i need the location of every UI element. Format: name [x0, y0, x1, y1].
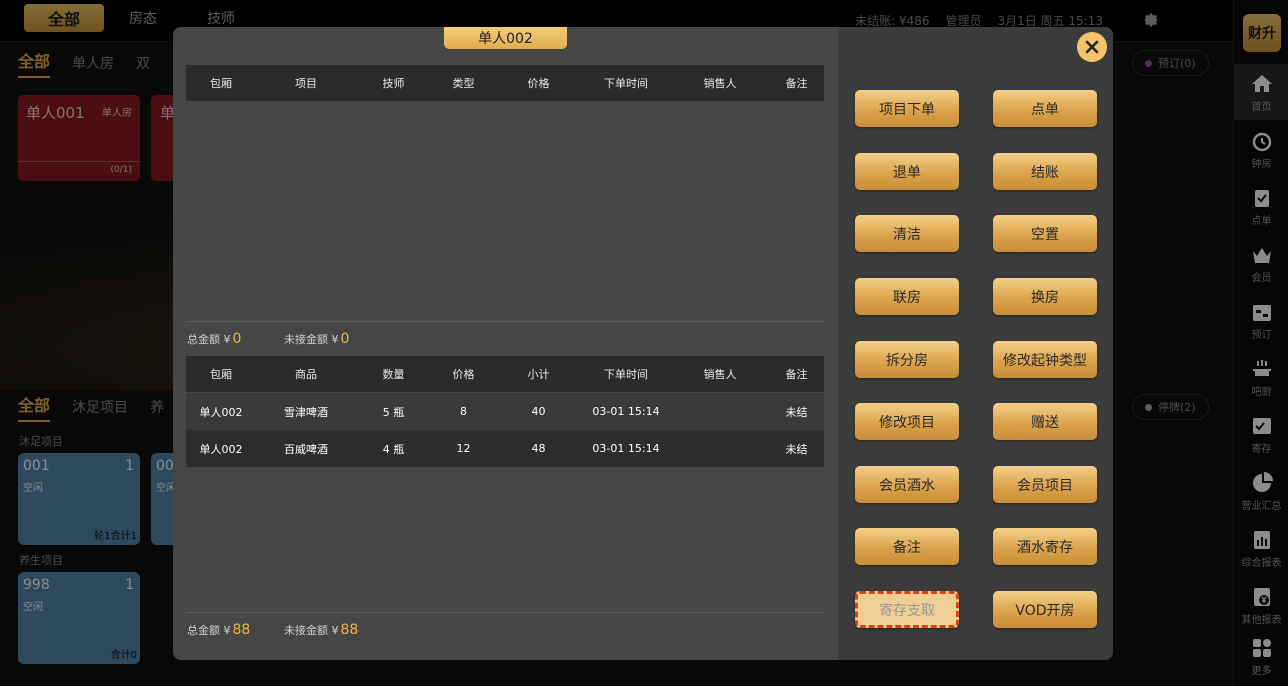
column-header: 价格: [527, 77, 550, 90]
modal-room-title: 单人002: [444, 27, 567, 49]
checkout-button[interactable]: 结账: [993, 153, 1097, 190]
column-header: 备注: [785, 77, 808, 90]
table-row[interactable]: 单人002 雪津啤酒 5 瓶 8 40 03-01 15:14 未结: [186, 393, 824, 430]
cell-quantity: 4 瓶: [382, 442, 405, 456]
goods-total: 总金额 ¥ 88: [187, 622, 250, 638]
goods-total-label: 总金额 ¥: [187, 624, 231, 637]
project-total-label: 总金额 ¥: [187, 333, 231, 346]
column-header: 项目: [295, 77, 317, 90]
project-table-header: 包厢 项目 技师 类型 价格 下单时间 销售人 备注: [186, 65, 824, 101]
project-summary-divider: [186, 321, 824, 322]
cell-note: 未结: [785, 442, 808, 456]
modal-action-panel: 项目下单 点单 退单 结账 清洁 空置 联房 换房 拆分房 修改起钟类型 修改项…: [838, 27, 1113, 660]
goods-summary-divider: [186, 612, 824, 613]
modify-project-button[interactable]: 修改项目: [855, 403, 959, 440]
member-project-button[interactable]: 会员项目: [993, 466, 1097, 503]
goods-table-header: 包厢 商品 数量 价格 小计 下单时间 销售人 备注: [186, 356, 824, 392]
column-header: 小计: [527, 368, 550, 381]
column-header: 下单时间: [604, 368, 648, 381]
close-icon: [1085, 40, 1099, 54]
project-unpaid: 未接金额 ¥ 0: [284, 331, 349, 347]
cell-price: 8: [460, 405, 467, 418]
column-header: 类型: [452, 77, 475, 90]
refund-button[interactable]: 退单: [855, 153, 959, 190]
split-room-button[interactable]: 拆分房: [855, 341, 959, 378]
cell-room: 单人002: [199, 442, 243, 456]
goods-unpaid-label: 未接金额 ¥: [284, 624, 339, 637]
column-header: 价格: [452, 368, 475, 381]
cell-note: 未结: [785, 405, 808, 419]
table-row[interactable]: 单人002 百威啤酒 4 瓶 12 48 03-01 15:14 未结: [186, 430, 824, 467]
project-total-value: 0: [232, 331, 242, 347]
project-total: 总金额 ¥ 0: [187, 331, 241, 347]
column-header: 数量: [382, 368, 405, 381]
column-header: 商品: [295, 368, 317, 381]
member-drinks-button[interactable]: 会员酒水: [855, 466, 959, 503]
column-header: 技师: [382, 77, 405, 90]
cell-goods: 百威啤酒: [284, 442, 328, 456]
cell-subtotal: 40: [531, 405, 546, 418]
cell-room: 单人002: [199, 405, 243, 419]
project-order-button[interactable]: 项目下单: [855, 90, 959, 127]
cell-quantity: 5 瓶: [382, 405, 405, 419]
vod-open-room-button[interactable]: VOD开房: [993, 591, 1097, 628]
cell-subtotal: 48: [531, 442, 546, 455]
goods-unpaid-value: 88: [340, 622, 359, 638]
cell-order-time: 03-01 15:14: [592, 442, 660, 455]
goods-unpaid: 未接金额 ¥ 88: [284, 622, 358, 638]
cell-order-time: 03-01 15:14: [592, 405, 660, 418]
modal-left-panel: 单人002 包厢 项目 技师 类型 价格 下单时间 销售人 备注 总金额 ¥ 0…: [173, 27, 838, 660]
column-header: 销售人: [703, 77, 737, 90]
column-header: 销售人: [703, 368, 737, 381]
storage-withdraw-button[interactable]: 寄存支取: [855, 591, 959, 628]
close-button[interactable]: [1077, 32, 1107, 62]
order-button[interactable]: 点单: [993, 90, 1097, 127]
link-room-button[interactable]: 联房: [855, 278, 959, 315]
column-header: 包厢: [210, 368, 232, 381]
column-header: 备注: [785, 368, 808, 381]
clean-button[interactable]: 清洁: [855, 215, 959, 252]
project-unpaid-value: 0: [340, 331, 350, 347]
column-header: 包厢: [210, 77, 232, 90]
modify-clock-type-button[interactable]: 修改起钟类型: [993, 341, 1097, 378]
project-unpaid-label: 未接金额 ¥: [284, 333, 339, 346]
vacant-button[interactable]: 空置: [993, 215, 1097, 252]
gift-button[interactable]: 赠送: [993, 403, 1097, 440]
room-detail-modal: 单人002 包厢 项目 技师 类型 价格 下单时间 销售人 备注 总金额 ¥ 0…: [173, 27, 1113, 660]
note-button[interactable]: 备注: [855, 528, 959, 565]
cell-price: 12: [456, 442, 471, 455]
column-header: 下单时间: [604, 77, 648, 90]
change-room-button[interactable]: 换房: [993, 278, 1097, 315]
cell-goods: 雪津啤酒: [284, 405, 328, 419]
goods-total-value: 88: [232, 622, 251, 638]
drink-storage-button[interactable]: 酒水寄存: [993, 528, 1097, 565]
